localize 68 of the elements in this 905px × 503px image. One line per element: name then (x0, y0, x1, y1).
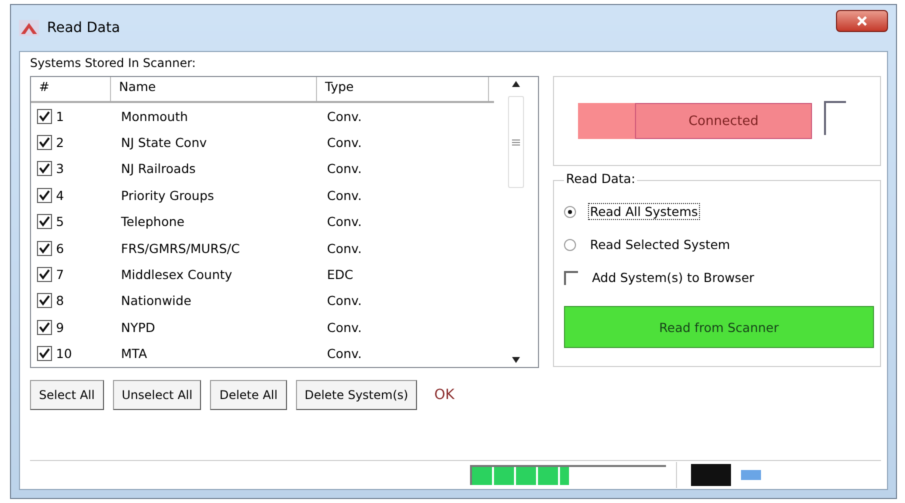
row-checkbox[interactable] (37, 108, 52, 124)
option-label: Read All Systems (588, 203, 700, 220)
close-icon (856, 16, 868, 26)
system-type: Conv. (326, 214, 363, 230)
row-checkbox[interactable] (37, 267, 52, 282)
system-name: Priority Groups (120, 188, 216, 203)
system-name: Monmouth (120, 108, 189, 124)
system-type: Conv. (326, 293, 363, 308)
checkbox[interactable] (564, 270, 578, 284)
radio-button[interactable] (564, 206, 576, 218)
system-name: NJ State Conv (120, 135, 208, 150)
radio-button[interactable] (564, 238, 576, 250)
system-type: Conv. (326, 135, 363, 150)
system-type: Conv. (326, 108, 363, 124)
read-button[interactable]: Read from Scanner (564, 306, 874, 348)
system-name: Telephone (120, 214, 186, 230)
result-text: OK (434, 387, 454, 403)
group-label: Read Data: (564, 171, 638, 186)
system-name: FRS/GMRS/MURS/C (120, 240, 241, 256)
column-header[interactable]: # (31, 77, 111, 101)
row-checkbox[interactable] (37, 240, 52, 256)
option-label: Read Selected System (588, 236, 732, 253)
system-number: 6 (56, 240, 64, 256)
column-header[interactable]: Type (317, 77, 489, 101)
row-checkbox[interactable] (37, 293, 52, 308)
row-checkbox[interactable] (37, 214, 52, 230)
close-button[interactable] (836, 10, 888, 32)
row-checkbox[interactable] (37, 346, 52, 362)
connection-status: Connected (578, 103, 812, 139)
system-number: 8 (56, 293, 64, 308)
status-light (741, 470, 761, 480)
system-number: 2 (56, 135, 64, 150)
list-action-button[interactable]: Select All (30, 380, 104, 410)
grip-icon (512, 138, 520, 146)
connection-checkbox[interactable] (824, 101, 846, 135)
status-indicator (691, 464, 731, 486)
row-checkbox[interactable] (37, 161, 52, 176)
list-action-button[interactable]: Delete All (210, 380, 287, 410)
system-name: MTA (120, 346, 148, 362)
system-number: 10 (56, 346, 72, 362)
system-type: Conv. (326, 346, 363, 362)
system-number: 3 (56, 161, 64, 176)
system-type: Conv. (326, 240, 363, 256)
system-type: EDC (326, 267, 354, 282)
scroll-up-icon[interactable] (512, 81, 520, 87)
system-number: 1 (56, 108, 64, 124)
system-name: Nationwide (120, 293, 192, 308)
option-label: Add System(s) to Browser (590, 269, 756, 286)
row-checkbox[interactable] (37, 135, 52, 150)
system-name: NYPD (120, 320, 156, 335)
system-type: Conv. (326, 188, 363, 203)
app-icon (19, 20, 39, 36)
section-label: Systems Stored In Scanner: (30, 56, 197, 70)
system-type: Conv. (326, 320, 363, 335)
window-title: Read Data (47, 20, 122, 36)
system-number: 7 (56, 267, 64, 282)
system-number: 4 (56, 188, 64, 203)
row-checkbox[interactable] (37, 320, 52, 335)
list-action-button[interactable]: Unselect All (112, 380, 202, 410)
column-header[interactable]: Name (111, 77, 317, 101)
system-number: 9 (56, 320, 64, 335)
system-name: Middlesex County (120, 267, 234, 282)
system-name: NJ Railroads (120, 161, 197, 176)
scroll-down-icon[interactable] (512, 357, 520, 363)
row-checkbox[interactable] (37, 188, 52, 203)
system-number: 5 (56, 214, 64, 230)
list-action-button[interactable]: Delete System(s) (296, 380, 418, 410)
system-type: Conv. (326, 161, 363, 176)
